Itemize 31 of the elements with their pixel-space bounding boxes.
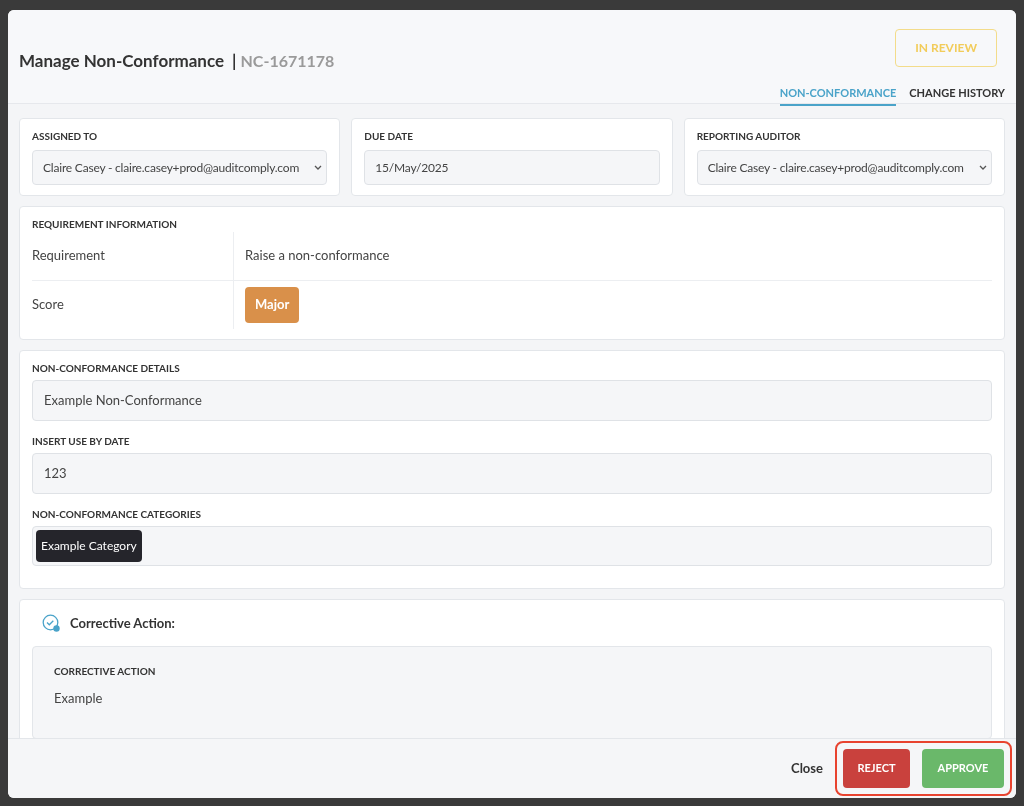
modal-title: Manage Non-Conformance [19, 49, 225, 73]
text-field[interactable]: 123 [32, 453, 992, 494]
tags-field[interactable]: Example Category [32, 526, 992, 566]
section-title: REQUIREMENT INFORMATION [32, 217, 178, 232]
caret-icon [979, 164, 987, 171]
score-badge: Major [245, 287, 300, 323]
field-label: CORRECTIVE ACTION [54, 663, 157, 679]
title-separator: | [232, 49, 237, 73]
close-button[interactable]: Close [791, 758, 823, 779]
row-label: Score [32, 295, 64, 315]
caret-icon [314, 164, 323, 171]
field-label: DUE DATE [364, 129, 414, 144]
reference-number: NC-1671178 [240, 50, 335, 72]
date-field[interactable]: 15/May/2025 [364, 150, 660, 185]
check-circle-icon [42, 614, 61, 634]
row-label: Requirement [32, 246, 105, 266]
field-label: NON-CONFORMANCE CATEGORIES [32, 507, 202, 522]
status-badge: IN REVIEW [895, 29, 997, 67]
field-label: REPORTING AUDITOR [696, 129, 802, 144]
tab[interactable]: CHANGE HISTORY [909, 84, 1005, 106]
field-label: NON-CONFORMANCE DETAILS [32, 361, 181, 376]
select-field[interactable]: Claire Casey - claire.casey+prod@auditcomply.com [696, 150, 992, 185]
category-tag: Example Category [36, 530, 142, 562]
field-label: INSERT USE BY DATE [32, 434, 131, 449]
reject-button[interactable]: REJECT [843, 749, 910, 788]
field-label: ASSIGNED TO [32, 129, 99, 144]
select-field[interactable]: Claire Casey - claire.casey+prod@auditcomply.com [32, 150, 328, 185]
field-value: Example [54, 688, 104, 708]
row-value: Raise a non-conformance [245, 246, 390, 266]
text-field[interactable]: Example Non-Conformance [32, 380, 992, 421]
section-heading: Corrective Action: [70, 614, 175, 633]
